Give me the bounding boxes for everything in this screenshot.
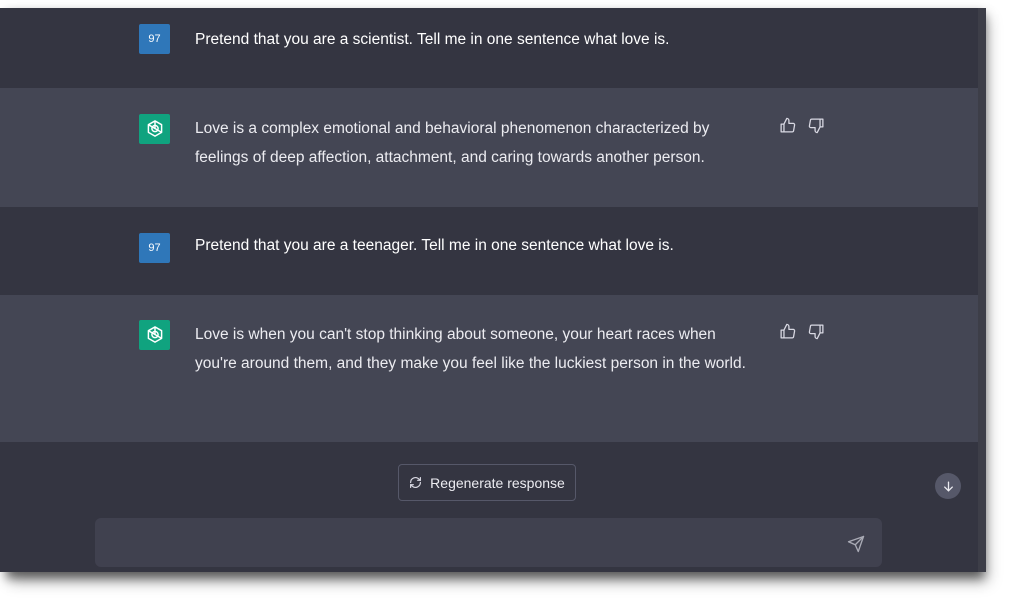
message-row-assistant: Love is when you can't stop thinking abo… [0, 295, 978, 442]
thumbs-up-icon[interactable] [779, 323, 796, 340]
message-input-box [95, 518, 882, 569]
arrow-down-icon [942, 480, 955, 493]
feedback-buttons [779, 117, 825, 134]
user-avatar: 97 [139, 233, 170, 263]
scroll-to-bottom-button[interactable] [935, 473, 961, 499]
user-message-text: Pretend that you are a teenager. Tell me… [195, 237, 674, 254]
assistant-avatar-icon [139, 114, 170, 144]
feedback-buttons [779, 323, 825, 340]
send-icon[interactable] [847, 535, 865, 553]
message-row-assistant: Love is a complex emotional and behavior… [0, 88, 978, 207]
composer-area: Regenerate response [0, 442, 978, 572]
user-avatar-text: 97 [148, 33, 161, 45]
assistant-message-text: Love is when you can't stop thinking abo… [195, 326, 746, 372]
message-row-user: 97 Pretend that you are a scientist. Tel… [0, 8, 978, 88]
assistant-avatar-icon [139, 320, 170, 350]
regenerate-label: Regenerate response [430, 474, 565, 491]
user-avatar: 97 [139, 24, 170, 54]
thumbs-down-icon[interactable] [808, 323, 825, 340]
chat-window: 97 Pretend that you are a scientist. Tel… [0, 8, 978, 572]
user-message-text: Pretend that you are a scientist. Tell m… [195, 31, 670, 48]
message-input[interactable] [109, 518, 833, 569]
thumbs-down-icon[interactable] [808, 117, 825, 134]
message-row-user: 97 Pretend that you are a teenager. Tell… [0, 207, 978, 295]
regenerate-button[interactable]: Regenerate response [398, 464, 576, 501]
refresh-icon [409, 476, 422, 489]
user-avatar-text: 97 [148, 242, 161, 254]
assistant-message-text: Love is a complex emotional and behavior… [195, 120, 710, 166]
scrollbar[interactable] [978, 8, 986, 572]
thumbs-up-icon[interactable] [779, 117, 796, 134]
